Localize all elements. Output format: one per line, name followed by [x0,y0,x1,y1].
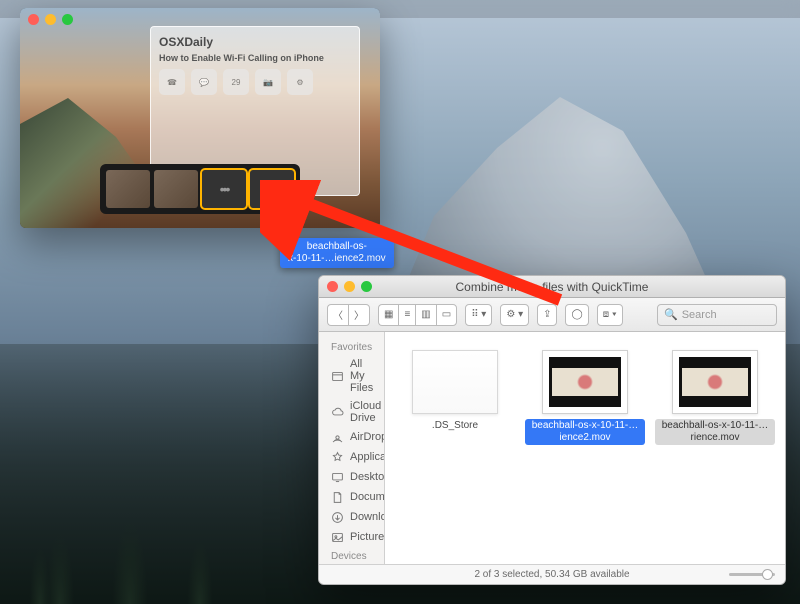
finder-titlebar[interactable]: Combine movie files with QuickTime [319,276,785,298]
ios-app-icon: 💬 [191,69,217,95]
sidebar-item-all-my-files[interactable]: All My Files [319,355,384,397]
file-thumbnail [672,350,758,414]
all-my-files-icon [331,369,344,383]
finder-sidebar: Favorites All My Files iCloud Drive AirD… [319,332,385,564]
search-placeholder: Search [682,309,717,321]
close-button[interactable] [327,281,338,292]
downloads-icon [331,510,344,524]
pictures-icon [331,530,344,544]
drag-badge-line: beachball-os- [288,241,386,253]
minimize-button[interactable] [344,281,355,292]
file-movie-2[interactable]: beachball-os-x-10-11-…rience.mov [655,350,775,445]
dropbox-button[interactable]: ⧈ ▾ [597,304,623,326]
finder-content[interactable]: .DS_Store beachball-os-x-10-11-…ience2.m… [385,332,785,564]
sidebar-item-label: iCloud Drive [350,400,381,424]
ios-app-icon: 📷 [255,69,281,95]
view-icons-button[interactable]: ▦ [378,304,398,326]
sidebar-section-favorites: Favorites [319,338,384,355]
search-field[interactable]: 🔍 Search [657,304,777,326]
minimize-button[interactable] [45,14,56,25]
action-button[interactable]: ⚙ ▾ [500,304,529,326]
file-icon [412,350,498,414]
icloud-icon [331,405,344,419]
back-button[interactable]: 〈 [327,304,348,326]
sidebar-item-label: All My Files [350,358,373,394]
timeline-clip[interactable] [154,170,198,208]
video-canvas[interactable]: OSXDaily How to Enable Wi-Fi Calling on … [20,8,380,228]
sidebar-item-documents[interactable]: Documents [319,487,384,507]
applications-icon [331,450,344,464]
overlay-site-logo: OSXDaily [159,35,351,49]
timeline-drop-slot[interactable]: ••• [250,170,294,208]
desktop-icon [331,470,344,484]
view-coverflow-button[interactable]: ▭ [436,304,457,326]
ios-calendar-icon: 29 [223,69,249,95]
finder-window[interactable]: Combine movie files with QuickTime 〈 〉 ▦… [318,275,786,585]
sidebar-item-desktop[interactable]: Desktop [319,467,384,487]
sidebar-item-airdrop[interactable]: AirDrop [319,427,384,447]
sidebar-item-label: AirDrop [350,431,385,443]
window-title: Combine movie files with QuickTime [319,280,785,294]
icon-size-slider[interactable] [729,573,775,576]
search-icon: 🔍 [664,308,678,321]
traffic-lights [28,14,73,25]
sidebar-item-pictures[interactable]: Pictures [319,527,384,547]
finder-toolbar: 〈 〉 ▦ ≡ ▥ ▭ ⠿ ▾ ⚙ ▾ ⇪ ◯ ⧈ ▾ 🔍 Search [319,298,785,332]
share-button[interactable]: ⇪ [537,304,557,326]
status-text: 2 of 3 selected, 50.34 GB available [474,569,629,580]
sidebar-item-label: Desktop [350,471,385,483]
sidebar-item-icloud-drive[interactable]: iCloud Drive [319,397,384,427]
file-movie-1[interactable]: beachball-os-x-10-11-…ience2.mov [525,350,645,445]
ios-app-icon: ⚙ [287,69,313,95]
sidebar-item-label: Applications [350,451,385,463]
zoom-button[interactable] [361,281,372,292]
sidebar-item-label: Downloads [350,511,385,523]
view-columns-button[interactable]: ▥ [415,304,435,326]
view-list-button[interactable]: ≡ [398,304,415,326]
sidebar-item-applications[interactable]: Applications [319,447,384,467]
file-label: .DS_Store [430,419,480,433]
timeline-clip[interactable] [106,170,150,208]
overlay-headline: How to Enable Wi-Fi Calling on iPhone [159,53,351,63]
timeline-drop-slot[interactable]: ••• [202,170,246,208]
sidebar-item-label: Pictures [350,531,385,543]
file-thumbnail [542,350,628,414]
file-ds-store[interactable]: .DS_Store [395,350,515,433]
airdrop-icon [331,430,344,444]
forward-button[interactable]: 〉 [348,304,370,326]
drag-badge-line: x-10-11-…ience2.mov [288,253,386,265]
close-button[interactable] [28,14,39,25]
sidebar-item-downloads[interactable]: Downloads [319,507,384,527]
ios-app-icon: ☎ [159,69,185,95]
zoom-button[interactable] [62,14,73,25]
file-label: beachball-os-x-10-11-…rience.mov [655,419,775,445]
sidebar-item-label: Documents [350,491,385,503]
sidebar-section-devices: Devices [319,547,384,564]
drag-file-badge: beachball-os- x-10-11-…ience2.mov [280,238,394,268]
finder-statusbar: 2 of 3 selected, 50.34 GB available [319,564,785,584]
documents-icon [331,490,344,504]
tags-button[interactable]: ◯ [565,304,588,326]
quicktime-window[interactable]: OSXDaily How to Enable Wi-Fi Calling on … [20,8,380,228]
arrange-button[interactable]: ⠿ ▾ [465,304,492,326]
file-label: beachball-os-x-10-11-…ience2.mov [525,419,645,445]
clip-timeline[interactable]: ••• ••• [100,164,300,214]
